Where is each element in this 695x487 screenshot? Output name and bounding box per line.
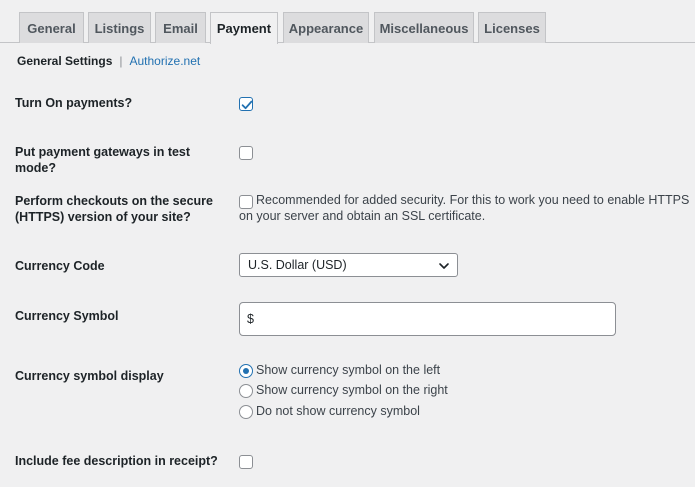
secure-checkout-description-line1: Recommended for added security. For this… <box>256 193 690 207</box>
currency-symbol-value: $ <box>247 312 254 326</box>
test-mode-checkbox[interactable] <box>239 146 253 160</box>
currency-none-label[interactable]: Do not show currency symbol <box>256 404 420 419</box>
secure-checkout-label: Perform checkouts on the secure (HTTPS) … <box>15 193 225 225</box>
currency-code-selected-value: U.S. Dollar (USD) <box>248 258 347 272</box>
subnav-general-settings[interactable]: General Settings <box>17 54 112 68</box>
subnav-authorize-net-link[interactable]: Authorize.net <box>130 54 201 68</box>
secure-checkout-label-line2: (HTTPS) version of your site? <box>15 210 191 224</box>
tab-licenses[interactable]: Licenses <box>478 12 546 43</box>
tab-email[interactable]: Email <box>155 12 206 43</box>
fee-description-label: Include fee description in receipt? <box>15 454 218 468</box>
currency-right-radio[interactable] <box>239 384 253 398</box>
tab-general[interactable]: General <box>19 12 84 43</box>
section-subnav: General Settings | Authorize.net <box>17 54 200 68</box>
currency-code-label: Currency Code <box>15 259 105 273</box>
fee-description-checkbox[interactable] <box>239 455 253 469</box>
currency-code-select[interactable]: U.S. Dollar (USD) <box>239 253 458 277</box>
turn-on-payments-checkbox[interactable] <box>239 97 253 111</box>
test-mode-label: Put payment gateways in test mode? <box>15 145 191 175</box>
currency-right-label[interactable]: Show currency symbol on the right <box>256 383 448 398</box>
currency-symbol-input[interactable]: $ <box>239 302 616 336</box>
subnav-separator: | <box>119 54 123 68</box>
currency-display-label: Currency symbol display <box>15 369 164 383</box>
secure-checkout-label-line1: Perform checkouts on the secure <box>15 194 213 208</box>
turn-on-payments-label: Turn On payments? <box>15 96 133 110</box>
currency-none-radio[interactable] <box>239 405 253 419</box>
settings-tabs: General Listings Email Payment Appearanc… <box>0 12 695 44</box>
currency-symbol-label: Currency Symbol <box>15 309 119 323</box>
secure-checkout-checkbox[interactable] <box>239 195 253 209</box>
currency-left-label[interactable]: Show currency symbol on the left <box>256 363 440 378</box>
tab-miscellaneous[interactable]: Miscellaneous <box>374 12 474 43</box>
chevron-down-icon <box>439 263 449 269</box>
checkmark-icon <box>241 100 253 110</box>
tab-payment[interactable]: Payment <box>210 12 278 44</box>
secure-checkout-description-line2: on your server and obtain an SSL certifi… <box>239 209 486 223</box>
tab-appearance[interactable]: Appearance <box>283 12 369 43</box>
tab-listings[interactable]: Listings <box>88 12 151 43</box>
currency-left-radio[interactable] <box>239 364 253 378</box>
